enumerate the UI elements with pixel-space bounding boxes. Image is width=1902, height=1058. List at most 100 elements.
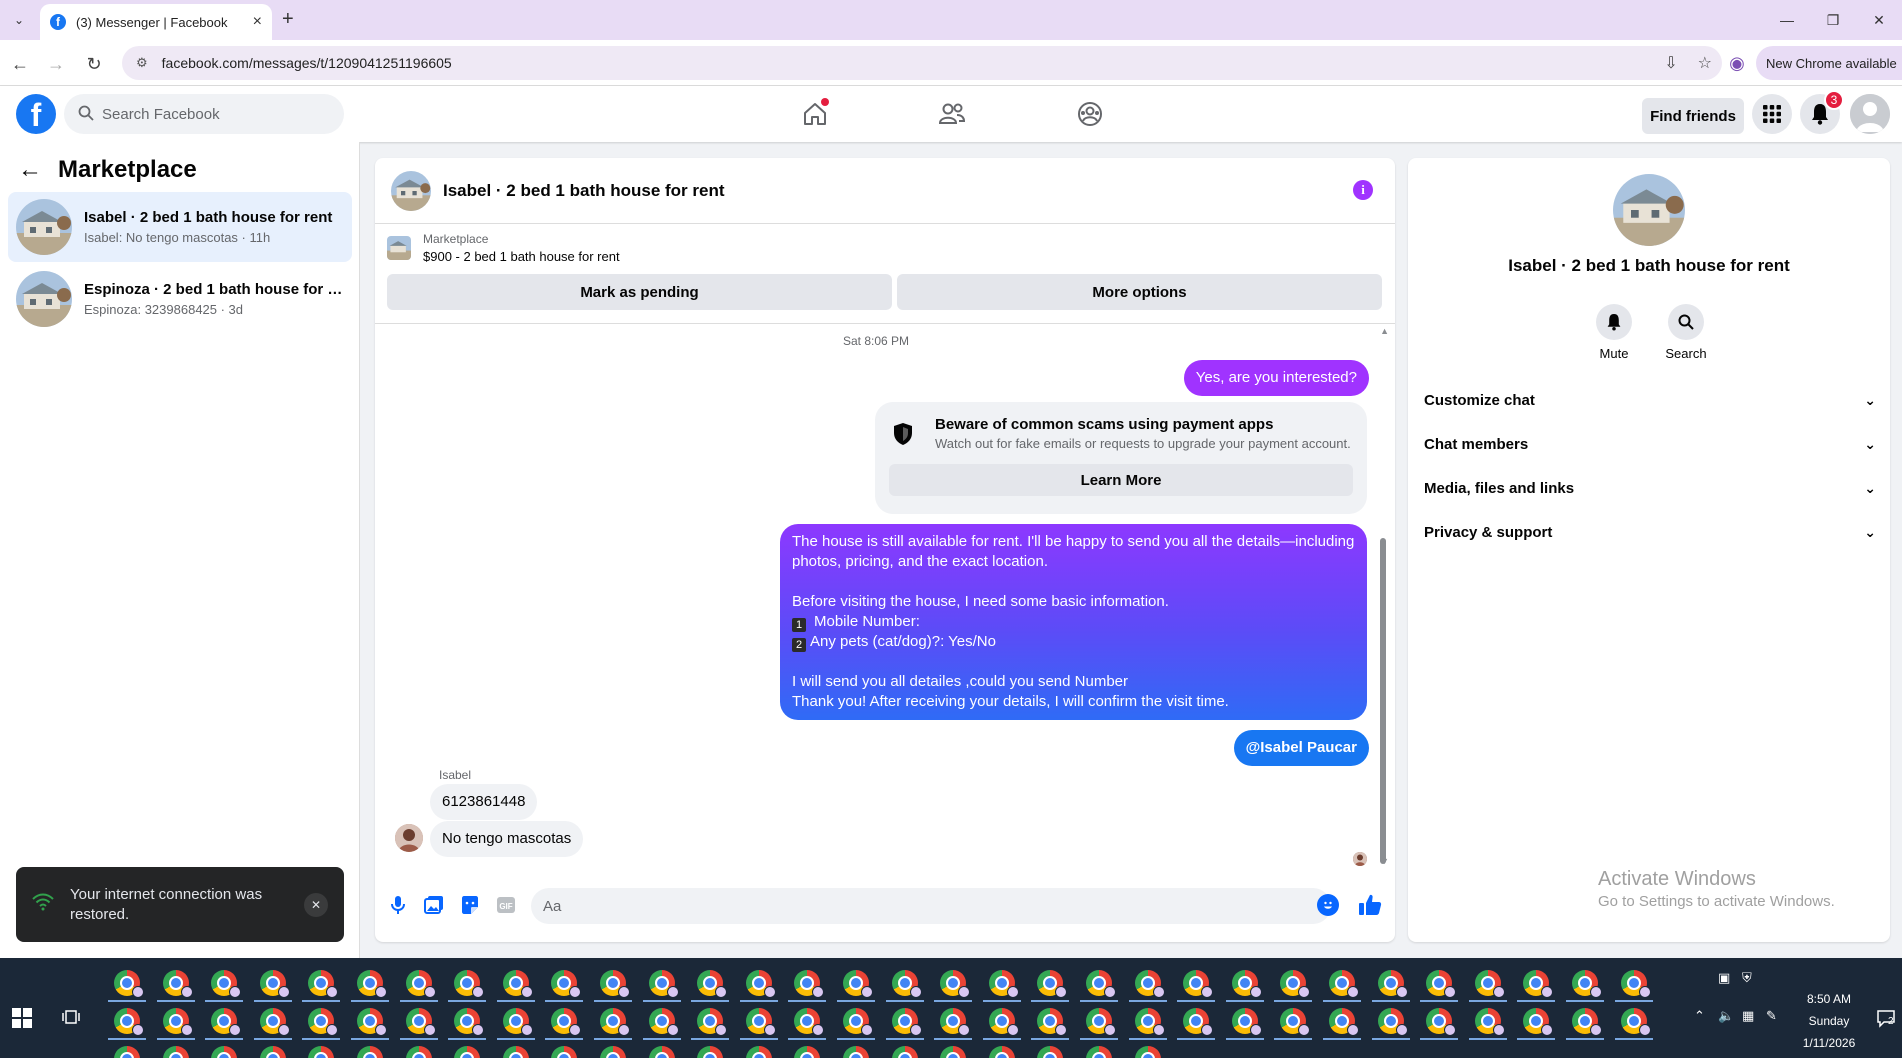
search-in-conversation-button[interactable]: Search (1651, 304, 1721, 361)
chrome-taskbar-icon[interactable] (162, 1008, 193, 1036)
chrome-taskbar-icon[interactable] (1620, 970, 1651, 998)
chrome-taskbar-icon[interactable] (162, 1046, 189, 1058)
chrome-taskbar-icon[interactable] (1474, 1008, 1505, 1036)
chrome-taskbar-icon[interactable] (1037, 1008, 1068, 1036)
chrome-taskbar-icon[interactable] (357, 970, 387, 998)
chrome-taskbar-icon[interactable] (988, 1008, 1019, 1036)
friends-icon[interactable] (932, 94, 972, 134)
windows-start-icon[interactable] (12, 1008, 32, 1028)
chrome-taskbar-icon[interactable] (1523, 970, 1554, 998)
chrome-taskbar-icon[interactable] (1572, 970, 1602, 998)
address-bar[interactable]: ⚙ facebook.com/messages/t/12090412511966… (122, 46, 1722, 80)
chrome-taskbar-icon[interactable] (843, 1046, 869, 1058)
chrome-taskbar-icon[interactable] (308, 1046, 335, 1058)
menu-grid-icon[interactable] (1752, 94, 1792, 134)
chrome-taskbar-icon[interactable] (114, 970, 144, 998)
photo-attach-icon[interactable] (423, 894, 445, 916)
chrome-taskbar-icon[interactable] (405, 1046, 432, 1058)
chrome-taskbar-icon[interactable] (697, 1046, 724, 1058)
gif-icon[interactable]: GIF (495, 894, 517, 916)
chrome-taskbar-icon[interactable] (454, 1008, 485, 1036)
chrome-taskbar-icon[interactable] (648, 1008, 679, 1036)
chrome-taskbar-icon[interactable] (1620, 1008, 1651, 1036)
learn-more-button[interactable]: Learn More (889, 464, 1353, 496)
minimize-icon[interactable]: — (1764, 0, 1810, 40)
chrome-taskbar-icon[interactable] (357, 1046, 383, 1058)
find-friends-button[interactable]: Find friends (1642, 98, 1744, 134)
chrome-taskbar-icon[interactable] (551, 1008, 582, 1036)
chrome-taskbar-icon[interactable] (1426, 1008, 1457, 1036)
account-avatar[interactable] (1850, 94, 1890, 134)
chrome-taskbar-icon[interactable] (1377, 970, 1408, 998)
chrome-taskbar-icon[interactable] (940, 1046, 967, 1058)
chrome-taskbar-icon[interactable] (745, 1046, 772, 1058)
sender-avatar[interactable] (395, 824, 423, 852)
chrome-taskbar-icon[interactable] (891, 970, 922, 998)
mute-button[interactable]: Mute (1579, 304, 1649, 361)
chrome-taskbar-icon[interactable] (211, 1008, 242, 1036)
groups-icon[interactable] (1070, 94, 1110, 134)
back-arrow-icon[interactable]: ← (8, 52, 32, 76)
close-toast-icon[interactable]: ✕ (304, 892, 328, 917)
tab-search-chevron-icon[interactable]: ⌄ (8, 10, 30, 30)
action-center-icon[interactable]: 2 (1876, 1008, 1896, 1028)
chrome-taskbar-icon[interactable] (454, 970, 485, 998)
mention-message[interactable]: @Isabel Paucar (1233, 730, 1369, 766)
chrome-taskbar-icon[interactable] (454, 1046, 481, 1058)
thumbs-up-icon[interactable] (1357, 892, 1383, 918)
chrome-taskbar-icon[interactable] (114, 1046, 140, 1058)
site-info-icon[interactable]: ⚙ (136, 55, 148, 71)
chrome-taskbar-icon[interactable] (259, 1046, 286, 1058)
chrome-taskbar-icon[interactable] (891, 1046, 918, 1058)
chrome-taskbar-icon[interactable] (1377, 1008, 1408, 1036)
emoji-icon[interactable] (1317, 894, 1339, 916)
message-scrollbar-thumb[interactable] (1380, 538, 1386, 864)
conversation-item[interactable]: Espinoza · 2 bed 1 bath house for r... E… (8, 264, 352, 334)
chrome-taskbar-icon[interactable] (162, 970, 193, 998)
chrome-taskbar-icon[interactable] (308, 1008, 339, 1036)
chrome-taskbar-icon[interactable] (1474, 970, 1505, 998)
chrome-profile-icon[interactable]: ◉ (1724, 50, 1750, 76)
chrome-taskbar-icon[interactable] (600, 1008, 630, 1036)
chat-title[interactable]: Isabel · 2 bed 1 bath house for rent (443, 181, 725, 201)
media-files-links-section[interactable]: Media, files and links ⌄ (1424, 470, 1876, 506)
bookmark-star-icon[interactable]: ☆ (1698, 53, 1712, 73)
chrome-taskbar-icon[interactable] (1280, 1008, 1311, 1036)
chrome-taskbar-icon[interactable] (697, 970, 728, 998)
system-clock[interactable]: 8:50 AM Sunday 1/11/2026 (1782, 988, 1876, 1054)
chrome-taskbar-icon[interactable] (1183, 1008, 1214, 1036)
sticker-icon[interactable] (459, 894, 481, 916)
security-icon[interactable]: ⛨ (1742, 970, 1752, 986)
chrome-taskbar-icon[interactable] (1037, 1046, 1064, 1058)
chrome-taskbar-icon[interactable] (1523, 1008, 1554, 1036)
chrome-taskbar-icon[interactable] (1231, 1008, 1262, 1036)
privacy-support-section[interactable]: Privacy & support ⌄ (1424, 514, 1876, 550)
scroll-up-arrow-icon[interactable]: ▲ (1380, 326, 1389, 336)
chrome-taskbar-icon[interactable] (1329, 970, 1359, 998)
chrome-taskbar-icon[interactable] (1426, 970, 1457, 998)
chrome-taskbar-icon[interactable] (988, 970, 1019, 998)
close-window-icon[interactable]: ✕ (1856, 0, 1902, 40)
chrome-taskbar-icon[interactable] (1086, 1046, 1112, 1058)
chrome-taskbar-icon[interactable] (1134, 1008, 1165, 1036)
chrome-taskbar-icon[interactable] (405, 1008, 436, 1036)
customize-chat-section[interactable]: Customize chat ⌄ (1424, 382, 1876, 418)
volume-icon[interactable]: 🔈 (1718, 1008, 1734, 1024)
chrome-taskbar-icon[interactable] (551, 1046, 578, 1058)
chrome-taskbar-icon[interactable] (259, 1008, 290, 1036)
chrome-taskbar-icon[interactable] (1134, 1046, 1161, 1058)
browser-tab-messenger[interactable]: f (3) Messenger | Facebook × (40, 4, 272, 40)
chrome-taskbar-icon[interactable] (502, 1008, 533, 1036)
chrome-taskbar-icon[interactable] (1280, 970, 1311, 998)
chat-listing-avatar[interactable] (391, 170, 431, 211)
microphone-icon[interactable] (387, 894, 409, 916)
back-arrow-icon[interactable]: ← (18, 156, 42, 184)
network-icon[interactable]: ▦ (1742, 1008, 1754, 1024)
chrome-taskbar-icon[interactable] (891, 1008, 922, 1036)
chrome-taskbar-icon[interactable] (1231, 970, 1262, 998)
chrome-taskbar-icon[interactable] (940, 970, 971, 998)
chrome-taskbar-icon[interactable] (502, 1046, 529, 1058)
chrome-taskbar-icon[interactable] (745, 1008, 776, 1036)
chrome-taskbar-icon[interactable] (502, 970, 533, 998)
chrome-taskbar-icon[interactable] (600, 1046, 626, 1058)
